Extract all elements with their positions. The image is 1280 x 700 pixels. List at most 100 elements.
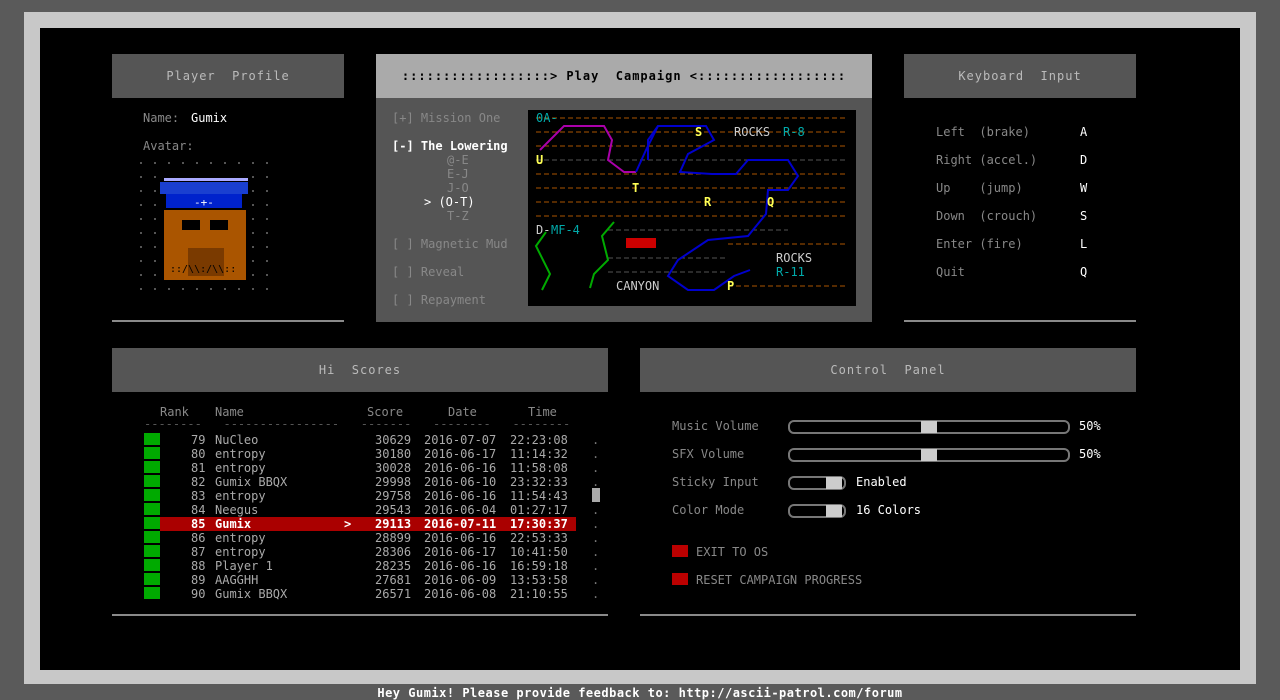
cell-rank: 84	[191, 503, 206, 517]
table-row[interactable]: 82 Gumix BBQX 29998 2016-06-10 23:32:33	[160, 475, 576, 489]
rank-marker	[144, 461, 160, 473]
cell-date: 2016-07-07	[424, 433, 497, 447]
hiscores-scrollbar[interactable]	[592, 488, 600, 502]
map-node-s[interactable]: S	[695, 125, 702, 139]
music-volume-value: 50%	[1079, 419, 1101, 433]
avatar-right-eye	[210, 220, 228, 230]
control-panel-rule	[640, 614, 1136, 616]
table-row[interactable]: 79 NuCleo 30629 2016-07-07 22:23:08	[160, 433, 576, 447]
sticky-input-toggle[interactable]	[788, 476, 846, 490]
cell-rank: 85	[191, 517, 206, 531]
map-node-q[interactable]: Q	[767, 195, 774, 209]
sticky-input-knob[interactable]	[826, 477, 842, 489]
mission-checkbox[interactable]: [ ]	[392, 265, 414, 279]
level-item[interactable]: @-E	[447, 153, 469, 167]
scroll-track-dot: .	[592, 531, 600, 545]
keyboard-header: Keyboard Input	[904, 54, 1136, 98]
level-item[interactable]: T-Z	[447, 209, 469, 223]
exit-button-icon[interactable]	[672, 545, 688, 557]
music-volume-slider[interactable]	[788, 420, 1070, 434]
cell-name: Gumix BBQX	[215, 587, 288, 601]
key-action-label: Quit	[936, 265, 965, 279]
cell-score: 29758	[375, 489, 412, 503]
cell-name: AAGGHH	[215, 573, 259, 587]
table-row[interactable]: 86 entropy 28899 2016-06-16 22:53:33	[160, 531, 576, 545]
feedback-footer: Hey Gumix! Please provide feedback to: h…	[377, 686, 903, 700]
cell-rank: 88	[191, 559, 206, 573]
mission-checkbox[interactable]: [ ]	[392, 237, 414, 251]
mission-item[interactable]: [ ] Reveal	[392, 265, 464, 279]
level-item[interactable]: E-J	[447, 167, 469, 181]
level-item[interactable]: J-O	[447, 181, 469, 195]
key-binding-value[interactable]: W	[1080, 181, 1087, 195]
map-rocks-a: ROCKS	[734, 125, 771, 139]
rank-marker	[144, 475, 160, 487]
exit-button[interactable]: EXIT TO OS	[696, 545, 768, 559]
sfx-volume-value: 50%	[1079, 447, 1101, 461]
table-row[interactable]: 80 entropy 30180 2016-06-17 11:14:32	[160, 447, 576, 461]
mission-checkbox[interactable]: [ ]	[392, 293, 414, 307]
name-value[interactable]: Gumix	[191, 111, 227, 125]
key-binding-value[interactable]: A	[1080, 125, 1087, 139]
sfx-volume-slider[interactable]	[788, 448, 1070, 462]
scroll-track-dot: .	[592, 433, 600, 447]
level-item-selected[interactable]: > (O-T)	[424, 195, 475, 209]
color-mode-label: Color Mode	[672, 503, 745, 517]
table-row[interactable]: 85 Gumix 29113 2016-07-11 17:30:37 >	[160, 517, 576, 531]
key-binding-value[interactable]: D	[1080, 153, 1087, 167]
avatar[interactable]: /* dots drawn below */ -+- ::/\\:/\\::	[130, 156, 280, 296]
map-node-r[interactable]: R	[704, 195, 711, 209]
mission-item[interactable]: [+] Mission One	[392, 111, 500, 125]
cell-time: 01:27:17	[510, 503, 568, 517]
table-row[interactable]: 89 AAGGHH 27681 2016-06-09 13:53:58	[160, 573, 576, 587]
scroll-track-dot: .	[592, 517, 600, 531]
cell-date: 2016-06-08	[424, 587, 497, 601]
color-mode-toggle[interactable]	[788, 504, 846, 518]
cell-time: 22:23:08	[510, 433, 568, 447]
table-row[interactable]: 90 Gumix BBQX 26571 2016-06-08 21:10:55	[160, 587, 576, 601]
mission-checkbox[interactable]: [-]	[392, 139, 414, 153]
mission-checkbox[interactable]: [+]	[392, 111, 414, 125]
mission-item[interactable]: [ ] Magnetic Mud	[392, 237, 508, 251]
key-binding-value[interactable]: Q	[1080, 265, 1087, 279]
mission-item-active[interactable]: [-] The Lowering	[392, 139, 508, 153]
campaign-title: ::::::::::::::::::> Play Campaign <:::::…	[401, 69, 847, 83]
map-node-p[interactable]: P	[727, 279, 734, 293]
cell-time: 11:14:32	[510, 447, 568, 461]
color-mode-knob[interactable]	[826, 505, 842, 517]
table-row[interactable]: 87 entropy 28306 2016-06-17 10:41:50	[160, 545, 576, 559]
cell-name: entropy	[215, 447, 266, 461]
reset-campaign-button[interactable]: RESET CAMPAIGN PROGRESS	[696, 573, 862, 587]
table-row[interactable]: 83 entropy 29758 2016-06-16 11:54:43	[160, 489, 576, 503]
rank-marker	[144, 587, 160, 599]
key-binding-value[interactable]: L	[1080, 237, 1087, 251]
sfx-volume-knob[interactable]	[921, 449, 937, 461]
table-row[interactable]: 81 entropy 30028 2016-06-16 11:58:08	[160, 461, 576, 475]
mission-item[interactable]: [ ] Repayment	[392, 293, 486, 307]
music-volume-label: Music Volume	[672, 419, 759, 433]
color-mode-value: 16 Colors	[856, 503, 922, 517]
cell-date: 2016-06-16	[424, 531, 497, 545]
cell-name: Neegus	[215, 503, 259, 517]
map-node-u[interactable]: U	[536, 153, 543, 167]
cell-score: 26571	[375, 587, 412, 601]
music-volume-knob[interactable]	[921, 421, 937, 433]
table-row[interactable]: 88 Player 1 28235 2016-06-16 16:59:18	[160, 559, 576, 573]
rank-marker	[144, 573, 160, 585]
campaign-map[interactable]: 0A- ROCKS R-8 ROCKS R-11 D- MF-4 CANYON …	[528, 110, 856, 306]
player-profile-rule	[112, 320, 344, 322]
key-binding-value[interactable]: S	[1080, 209, 1087, 223]
map-rocks-b-id: R-11	[776, 265, 805, 279]
table-row[interactable]: 84 Neegus 29543 2016-06-04 01:27:17	[160, 503, 576, 517]
map-start-label: 0A-	[536, 111, 558, 125]
reset-button-icon[interactable]	[672, 573, 688, 585]
keyboard-title: Keyboard Input	[958, 69, 1082, 83]
map-node-t[interactable]: T	[632, 181, 639, 195]
cell-time: 21:10:55	[510, 587, 568, 601]
cell-rank: 79	[191, 433, 206, 447]
cell-name: Gumix BBQX	[215, 475, 288, 489]
cell-score: 30629	[375, 433, 412, 447]
cell-name: NuCleo	[215, 433, 259, 447]
cell-time: 17:30:37	[510, 517, 568, 531]
cell-time: 10:41:50	[510, 545, 568, 559]
